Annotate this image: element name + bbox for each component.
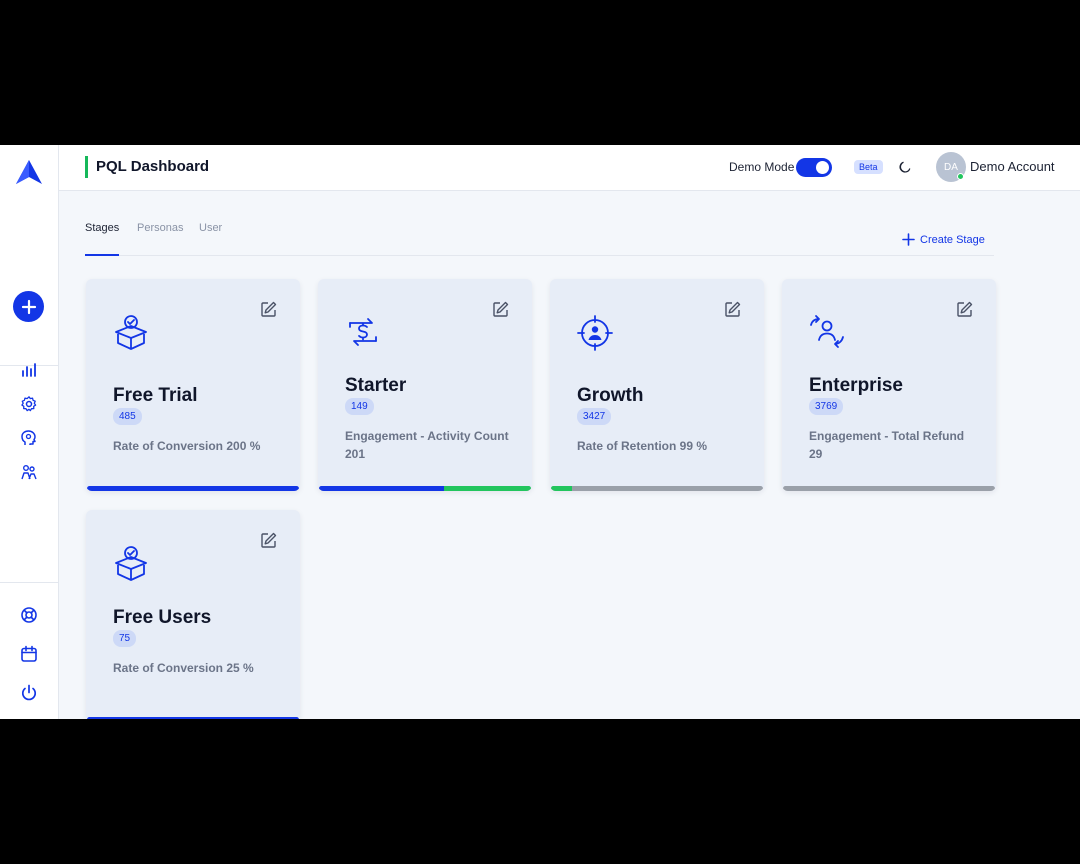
create-stage-button[interactable]: Create Stage xyxy=(902,233,985,246)
card-title: Free Trial xyxy=(113,385,198,406)
plus-icon xyxy=(902,233,915,246)
beta-badge: Beta xyxy=(854,160,883,174)
card-title: Starter xyxy=(345,375,407,396)
stage-progress-bar xyxy=(87,717,299,719)
moon-icon[interactable] xyxy=(897,159,913,175)
sidebar-item-settings[interactable] xyxy=(19,394,39,414)
title-accent-bar xyxy=(85,156,88,178)
card-metric: Rate of Retention 99 % xyxy=(577,439,708,453)
app-window: PQL Dashboard Demo Mode Beta DA Demo Acc… xyxy=(0,145,1080,719)
stage-progress-bar xyxy=(551,486,763,491)
stage-progress-bar xyxy=(87,486,299,491)
sidebar-divider xyxy=(0,582,59,583)
demo-mode-label: Demo Mode xyxy=(729,160,795,174)
dollar-exchange-icon xyxy=(349,318,377,346)
persona-icon xyxy=(21,430,36,445)
sidebar-item-users[interactable] xyxy=(19,462,39,482)
account-name[interactable]: Demo Account xyxy=(970,159,1055,174)
edit-icon[interactable] xyxy=(724,301,741,318)
support-icon xyxy=(21,607,37,623)
card-count-badge: 3427 xyxy=(577,408,612,425)
sidebar-item-support[interactable] xyxy=(19,605,39,625)
stage-tabs: Stages Personas User Create Stage xyxy=(85,215,994,256)
toggle-knob xyxy=(816,161,829,174)
progress-segment xyxy=(551,486,573,491)
card-title: Enterprise xyxy=(809,375,903,396)
tab-personas[interactable]: Personas xyxy=(137,222,183,234)
stage-progress-bar xyxy=(783,486,995,491)
page-title: PQL Dashboard xyxy=(96,158,210,175)
target-user-icon xyxy=(577,315,613,351)
settings-icon xyxy=(21,396,37,412)
card-count-badge: 3769 xyxy=(809,398,844,415)
stage-card-free-trial[interactable]: Free Trial 485 Rate of Conversion 200 % xyxy=(86,279,300,491)
tab-user[interactable]: User xyxy=(199,222,222,234)
stage-progress-bar xyxy=(319,486,531,491)
box-check-icon xyxy=(115,315,147,350)
add-button[interactable] xyxy=(13,291,44,322)
card-metric: Engagement - Activity Count 201 xyxy=(345,429,509,461)
edit-icon[interactable] xyxy=(492,301,509,318)
online-status-dot xyxy=(957,173,964,180)
stage-card-free-users[interactable]: Free Users 75 Rate of Conversion 25 % xyxy=(86,510,300,719)
calendar-icon xyxy=(21,645,37,662)
plus-icon xyxy=(21,299,36,314)
edit-icon[interactable] xyxy=(956,301,973,318)
logo-icon[interactable] xyxy=(15,159,43,185)
chart-icon xyxy=(22,363,36,377)
progress-segment xyxy=(87,717,299,719)
progress-segment xyxy=(444,486,531,491)
card-count-badge: 149 xyxy=(345,398,374,415)
card-count-badge: 75 xyxy=(113,630,137,647)
edit-icon[interactable] xyxy=(260,301,277,318)
user-swap-icon xyxy=(810,315,844,348)
card-metric: Rate of Conversion 25 % xyxy=(113,661,254,675)
tab-stages[interactable]: Stages xyxy=(85,222,119,234)
sidebar-item-personas[interactable] xyxy=(19,428,39,448)
card-title: Growth xyxy=(577,385,644,406)
card-title: Free Users xyxy=(113,607,212,628)
box-check-icon xyxy=(115,546,147,581)
create-stage-label: Create Stage xyxy=(920,233,985,246)
sidebar xyxy=(0,145,59,719)
stage-card-growth[interactable]: Growth 3427 Rate of Retention 99 % xyxy=(550,279,764,491)
active-tab-indicator xyxy=(85,254,119,256)
top-header: PQL Dashboard Demo Mode Beta DA Demo Acc… xyxy=(59,145,1080,191)
progress-segment xyxy=(319,486,445,491)
progress-segment xyxy=(87,486,299,491)
card-metric: Engagement - Total Refund 29 xyxy=(809,429,965,461)
sidebar-item-analytics[interactable] xyxy=(19,360,39,380)
demo-mode-toggle[interactable] xyxy=(796,158,832,177)
sidebar-item-calendar[interactable] xyxy=(19,644,39,664)
stage-card-enterprise[interactable]: Enterprise 3769 Engagement - Total Refun… xyxy=(782,279,996,491)
edit-icon[interactable] xyxy=(260,532,277,549)
power-icon xyxy=(21,684,37,701)
sidebar-item-logout[interactable] xyxy=(19,683,39,703)
card-metric: Rate of Conversion 200 % xyxy=(113,439,261,453)
users-icon xyxy=(21,465,37,480)
stage-card-starter[interactable]: Starter 149 Engagement - Activity Count … xyxy=(318,279,532,491)
card-count-badge: 485 xyxy=(113,408,142,425)
